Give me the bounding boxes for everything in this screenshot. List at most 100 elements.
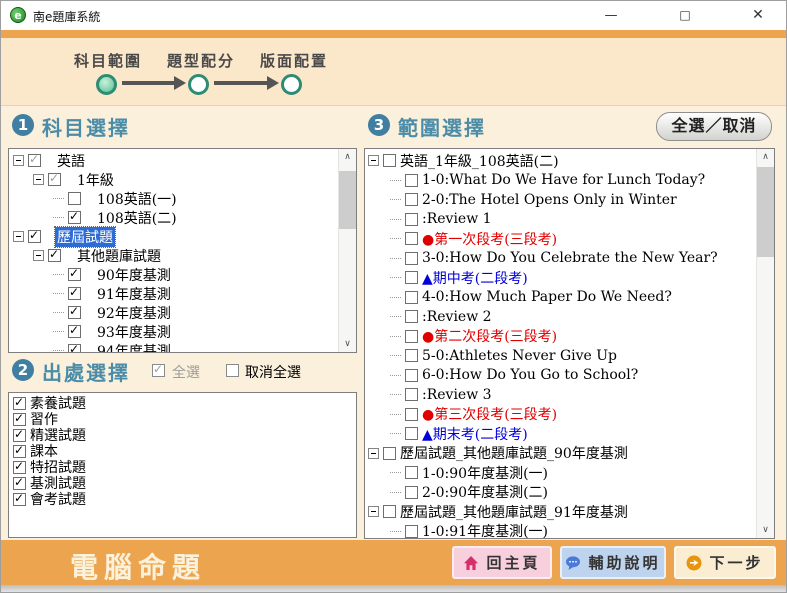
tree-item[interactable]: 1年級 xyxy=(9,170,339,189)
tree-item[interactable]: 4-0:How Much Paper Do We Need? xyxy=(365,288,757,308)
collapse-minus-icon[interactable] xyxy=(368,448,379,459)
tree-label[interactable]: 2-0:The Hotel Opens Only in Winter xyxy=(422,192,677,208)
tree-item[interactable]: ▲期末考(二段考) xyxy=(365,424,757,444)
tree-checkbox[interactable] xyxy=(68,287,81,300)
tree-label[interactable]: 英語 xyxy=(57,151,85,171)
source-checkbox[interactable] xyxy=(13,445,26,458)
scroll-up-icon[interactable]: ∧ xyxy=(339,149,356,165)
tree-checkbox[interactable] xyxy=(405,427,418,440)
tree-label[interactable]: 3-0:How Do You Celebrate the New Year? xyxy=(422,250,718,266)
home-button[interactable]: 回主頁 xyxy=(452,546,552,579)
tree-checkbox[interactable] xyxy=(405,193,418,206)
tree-checkbox[interactable] xyxy=(383,505,396,518)
tree-item[interactable]: 歷屆試題_其他題庫試題_90年度基測 xyxy=(365,444,757,464)
source-checkbox[interactable] xyxy=(13,413,26,426)
scroll-down-icon[interactable]: ∨ xyxy=(757,522,774,538)
tree-label[interactable]: 93年度基測 xyxy=(97,322,171,342)
tree-label[interactable]: 108英語(二) xyxy=(97,208,177,228)
source-checkbox[interactable] xyxy=(13,461,26,474)
tree-label[interactable]: 歷屆試題_其他題庫試題_91年度基測 xyxy=(400,502,628,522)
tree-checkbox[interactable] xyxy=(405,271,418,284)
collapse-minus-icon[interactable] xyxy=(368,155,379,166)
close-button[interactable]: ✕ xyxy=(735,0,781,30)
tree-label[interactable]: 1-0:91年度基測(一) xyxy=(422,521,548,539)
collapse-minus-icon[interactable] xyxy=(33,174,44,185)
tree-label[interactable]: 92年度基測 xyxy=(97,303,171,323)
help-button[interactable]: 輔助說明 xyxy=(560,546,666,579)
tree-label[interactable]: 其他題庫試題 xyxy=(77,246,161,266)
tree-checkbox[interactable] xyxy=(68,344,81,353)
tree-checkbox[interactable] xyxy=(68,325,81,338)
tree-label[interactable]: 英語_1年級_108英語(二) xyxy=(400,151,559,171)
tree-checkbox[interactable] xyxy=(405,310,418,323)
tree-checkbox[interactable] xyxy=(28,230,41,243)
tree-item[interactable]: :Review 2 xyxy=(365,307,757,327)
tree-item[interactable]: :Review 1 xyxy=(365,210,757,230)
subject-tree-scrollbar[interactable]: ∧ ∨ xyxy=(338,149,356,352)
tree-label[interactable]: ▲期末考(二段考) xyxy=(422,424,528,444)
tree-label[interactable]: 1-0:What Do We Have for Lunch Today? xyxy=(422,172,705,188)
range-tree-scrollbar[interactable]: ∧ ∨ xyxy=(756,149,774,538)
source-checkbox[interactable] xyxy=(13,429,26,442)
select-all-toggle-button[interactable]: 全選／取消 xyxy=(656,112,772,141)
tree-label[interactable]: 94年度基測 xyxy=(97,341,171,354)
tree-item[interactable]: 108英語(一) xyxy=(9,189,339,208)
next-button[interactable]: 下一步 xyxy=(674,546,776,579)
tree-item[interactable]: :Review 3 xyxy=(365,385,757,405)
tree-item[interactable]: 1-0:90年度基測(一) xyxy=(365,463,757,483)
tree-label[interactable]: 6-0:How Do You Go to School? xyxy=(422,367,638,383)
tree-item[interactable]: ●第三次段考(三段考) xyxy=(365,405,757,425)
collapse-minus-icon[interactable] xyxy=(368,506,379,517)
source-checkbox[interactable] xyxy=(13,477,26,490)
tree-checkbox[interactable] xyxy=(405,388,418,401)
collapse-minus-icon[interactable] xyxy=(13,231,24,242)
tree-label[interactable]: ●第一次段考(三段考) xyxy=(422,229,557,249)
scroll-thumb[interactable] xyxy=(339,171,356,229)
tree-label[interactable]: ●第二次段考(三段考) xyxy=(422,326,557,346)
list-item[interactable]: 會考試題 xyxy=(11,491,354,507)
tree-item[interactable]: 3-0:How Do You Celebrate the New Year? xyxy=(365,249,757,269)
tree-checkbox[interactable] xyxy=(405,369,418,382)
tree-label[interactable]: 1-0:90年度基測(一) xyxy=(422,463,548,483)
tree-item[interactable]: 6-0:How Do You Go to School? xyxy=(365,366,757,386)
tree-checkbox[interactable] xyxy=(405,525,418,538)
tree-checkbox[interactable] xyxy=(405,291,418,304)
tree-item[interactable]: 93年度基測 xyxy=(9,322,339,341)
tree-item[interactable]: 91年度基測 xyxy=(9,284,339,303)
tree-checkbox[interactable] xyxy=(48,249,61,262)
tree-checkbox[interactable] xyxy=(68,211,81,224)
scroll-thumb[interactable] xyxy=(757,167,774,257)
tree-item[interactable]: 94年度基測 xyxy=(9,341,339,353)
source-checkbox[interactable] xyxy=(13,493,26,506)
tree-checkbox[interactable] xyxy=(405,486,418,499)
tree-label[interactable]: :Review 2 xyxy=(422,309,492,325)
tree-item[interactable]: 2-0:The Hotel Opens Only in Winter xyxy=(365,190,757,210)
scroll-up-icon[interactable]: ∧ xyxy=(757,149,774,165)
tree-label[interactable]: :Review 1 xyxy=(422,211,492,227)
tree-checkbox[interactable] xyxy=(383,154,396,167)
tree-label[interactable]: :Review 3 xyxy=(422,387,492,403)
tree-label[interactable]: 歷屆試題 xyxy=(55,227,115,247)
deselect-all-checkbox[interactable] xyxy=(226,364,239,377)
tree-item[interactable]: 歷屆試題_其他題庫試題_91年度基測 xyxy=(365,502,757,522)
tree-checkbox[interactable] xyxy=(405,408,418,421)
tree-checkbox[interactable] xyxy=(383,447,396,460)
list-item[interactable]: 精選試題 xyxy=(11,427,354,443)
tree-checkbox[interactable] xyxy=(405,252,418,265)
collapse-minus-icon[interactable] xyxy=(13,155,24,166)
tree-checkbox[interactable] xyxy=(405,174,418,187)
tree-label[interactable]: ●第三次段考(三段考) xyxy=(422,404,557,424)
tree-label[interactable]: 1年級 xyxy=(77,170,114,190)
tree-item[interactable]: 1-0:What Do We Have for Lunch Today? xyxy=(365,171,757,191)
select-all-checkbox[interactable] xyxy=(152,364,165,377)
minimize-button[interactable]: — xyxy=(588,0,634,30)
tree-item[interactable]: 其他題庫試題 xyxy=(9,246,339,265)
tree-item[interactable]: ●第一次段考(三段考) xyxy=(365,229,757,249)
list-item[interactable]: 素養試題 xyxy=(11,395,354,411)
tree-checkbox[interactable] xyxy=(68,268,81,281)
tree-checkbox[interactable] xyxy=(405,349,418,362)
tree-checkbox[interactable] xyxy=(405,466,418,479)
tree-checkbox[interactable] xyxy=(405,232,418,245)
tree-item[interactable]: 90年度基測 xyxy=(9,265,339,284)
tree-item[interactable]: 1-0:91年度基測(一) xyxy=(365,522,757,540)
